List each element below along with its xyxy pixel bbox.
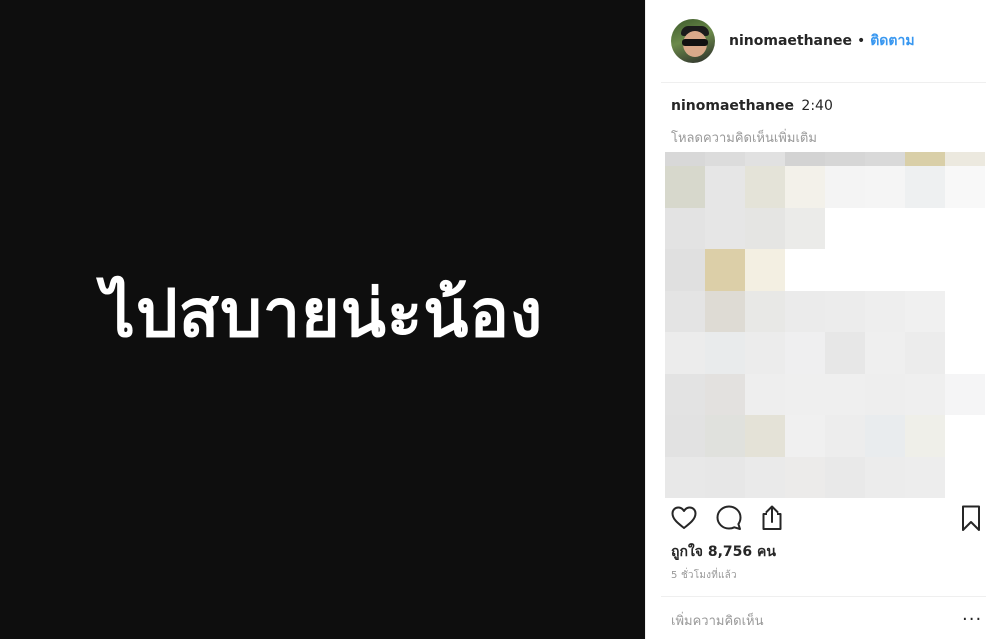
pixelated-comments-area <box>665 152 985 498</box>
more-options-button[interactable]: ... <box>962 606 982 624</box>
share-button[interactable] <box>757 503 787 533</box>
post-header: ninomaethanee • ติดตาม <box>646 0 990 82</box>
post-timestamp[interactable]: 5 ชั่วโมงที่แล้ว <box>671 568 737 583</box>
comment-bubble-icon <box>716 505 742 530</box>
avatar[interactable] <box>671 19 715 63</box>
bookmark-outline-icon <box>962 505 980 531</box>
post-side-panel: ninomaethanee • ติดตาม ninomaethanee 2:4… <box>645 0 990 639</box>
share-upload-icon <box>762 505 782 530</box>
follow-button[interactable]: ติดตาม <box>870 30 914 52</box>
header-separator: • <box>856 33 866 49</box>
heart-outline-icon <box>671 506 697 529</box>
load-more-comments-button[interactable]: โหลดความคิดเห็นเพิ่มเติม <box>671 127 817 148</box>
post-media-text: ไปสบายน่ะน้อง <box>101 275 544 352</box>
likes-count[interactable]: ถูกใจ 8,756 คน <box>671 541 776 563</box>
comment-button[interactable] <box>714 503 744 533</box>
caption-username[interactable]: ninomaethanee <box>671 98 794 114</box>
comment-divider <box>661 596 986 597</box>
add-comment-input[interactable]: เพิ่มความคิดเห็น <box>671 610 764 631</box>
like-button[interactable] <box>669 503 699 533</box>
post-actions <box>669 503 990 537</box>
save-button[interactable] <box>956 503 986 533</box>
header-divider <box>661 82 986 83</box>
caption-text: 2:40 <box>801 98 833 114</box>
header-username[interactable]: ninomaethanee <box>729 33 852 49</box>
caption: ninomaethanee 2:40 <box>671 98 833 114</box>
post-media: ไปสบายน่ะน้อง <box>0 0 645 639</box>
